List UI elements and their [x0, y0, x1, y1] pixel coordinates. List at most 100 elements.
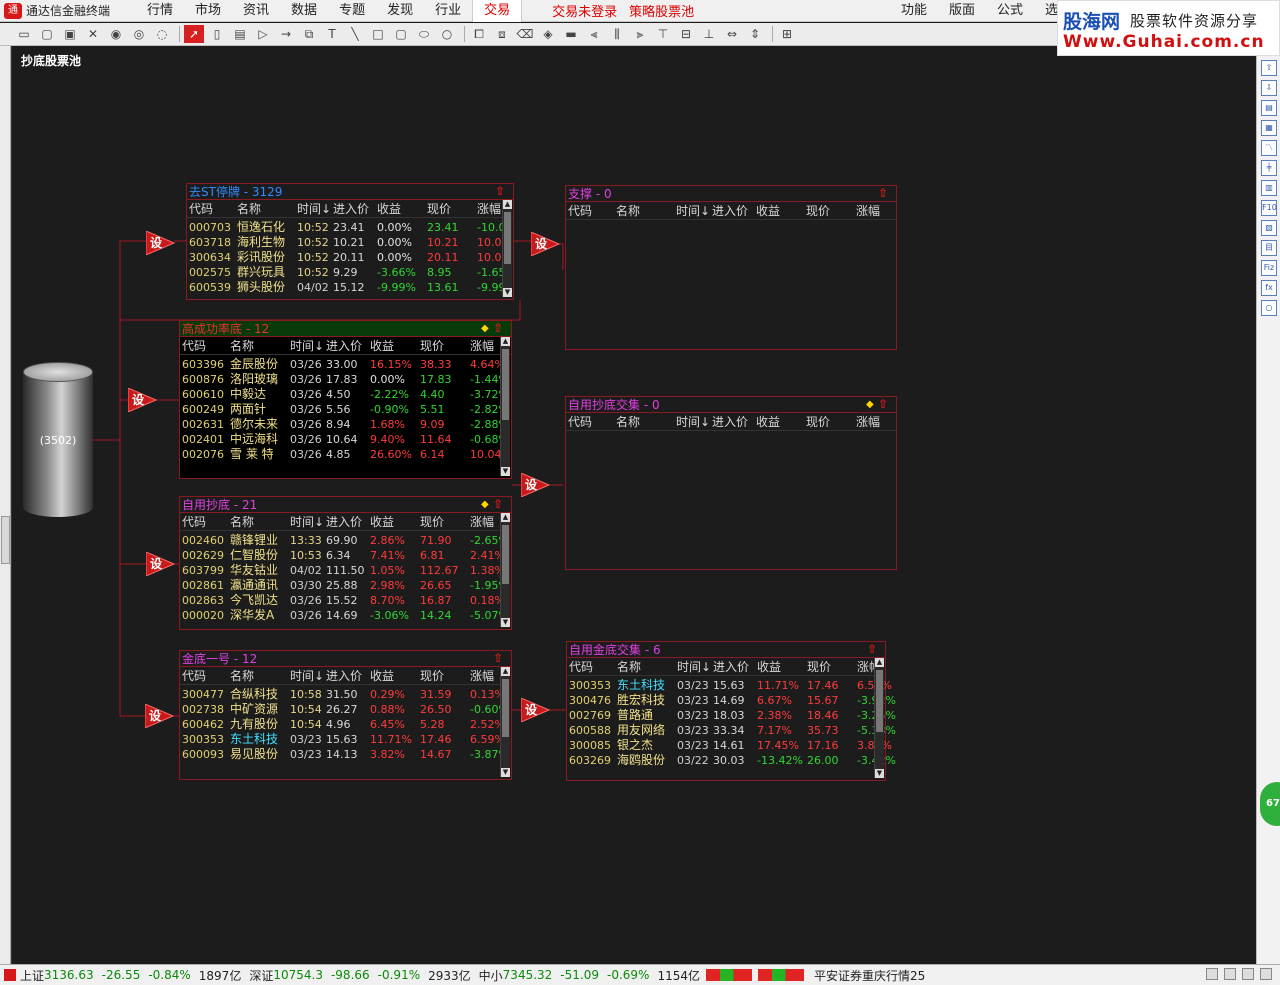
- menu-item-banmian[interactable]: 版面: [938, 0, 986, 22]
- settings-icon[interactable]: [1260, 968, 1272, 980]
- stock-row[interactable]: 002401 中远海科 03/26 10.64 9.40% 11.64 -0.68%: [180, 432, 511, 447]
- column-header[interactable]: 时间↓: [677, 658, 711, 676]
- signal-icon[interactable]: [1242, 968, 1254, 980]
- stock-pool-panel-zycdjj[interactable]: 自用抄底交集 - 0 ◆ ⇧ 代码 名称 时间↓ 进入价 收益 现价 涨幅: [565, 396, 897, 570]
- circle-icon[interactable]: ○: [1261, 300, 1277, 316]
- column-header[interactable]: 现价: [807, 658, 831, 676]
- align-bottom-icon[interactable]: ⊥: [699, 25, 719, 43]
- menu-item-hangqing[interactable]: 行情: [136, 0, 184, 22]
- scroll-up-arrow-icon[interactable]: ▲: [875, 658, 884, 667]
- panel-scrollbar[interactable]: ▲ ▼: [502, 200, 512, 297]
- column-header[interactable]: 进入价: [326, 337, 362, 355]
- arrow-up-icon[interactable]: ⇧: [1261, 60, 1277, 76]
- copy-tool-icon[interactable]: ⧉: [299, 25, 319, 43]
- panel-scrollbar[interactable]: ▲ ▼: [500, 337, 510, 476]
- column-header[interactable]: 名称: [230, 513, 254, 531]
- arrow-tool-icon[interactable]: →: [276, 25, 296, 43]
- stock-pool-panel-jindi[interactable]: 金底一号 - 12 ⇧ 代码 名称 时间↓ 进入价 收益 现价 涨幅 300477 合纵科技 10:5…: [179, 650, 512, 780]
- column-header[interactable]: 进入价: [712, 413, 748, 431]
- trash-icon[interactable]: ⌫: [515, 25, 535, 43]
- stock-source-node[interactable]: (3502): [23, 362, 93, 517]
- list-tool-icon[interactable]: ▤: [230, 25, 250, 43]
- column-header[interactable]: 名称: [616, 413, 640, 431]
- panel-up-arrow-icon[interactable]: ⇧: [878, 396, 888, 412]
- align-center-icon[interactable]: ⫼: [607, 25, 627, 43]
- column-header[interactable]: 现价: [420, 667, 444, 685]
- panel-scrollbar[interactable]: ▲ ▼: [500, 667, 510, 777]
- set-filter-node[interactable]: 设: [530, 231, 561, 257]
- menu-item-gongneng[interactable]: 功能: [890, 0, 938, 22]
- column-header[interactable]: 涨幅: [477, 200, 501, 218]
- same-width-icon[interactable]: ⇔: [722, 25, 742, 43]
- line-chart-icon[interactable]: 〽: [1261, 140, 1277, 156]
- scrollbar-thumb[interactable]: [502, 679, 509, 737]
- text-tool-icon[interactable]: T: [322, 25, 342, 43]
- stock-row[interactable]: 600249 两面针 03/26 5.56 -0.90% 5.51 -2.82%: [180, 402, 511, 417]
- scroll-down-arrow-icon[interactable]: ▼: [503, 288, 512, 297]
- menu-item-zhuanti[interactable]: 专题: [328, 0, 376, 22]
- column-header[interactable]: 代码: [189, 200, 213, 218]
- line-weight-icon[interactable]: ▬: [561, 25, 581, 43]
- stock-row[interactable]: 603799 华友钴业 04/02 111.50 1.05% 112.67 1.38%: [180, 563, 511, 578]
- fill-icon[interactable]: ◈: [538, 25, 558, 43]
- column-header[interactable]: 时间↓: [676, 202, 710, 220]
- tree-layout-icon[interactable]: ⊞: [777, 25, 797, 43]
- index-sh-label[interactable]: 上证: [20, 967, 44, 984]
- stock-row[interactable]: 002575 群兴玩具 10:52 9.29 -3.66% 8.95 -1.65: [187, 265, 513, 280]
- panel-header[interactable]: 金底一号 - 12 ⇧: [180, 651, 511, 667]
- column-header[interactable]: 代码: [569, 658, 593, 676]
- stock-row[interactable]: 300476胜宏科技03/2314.696.67%15.67-3.92%: [567, 693, 896, 708]
- column-header[interactable]: 收益: [370, 667, 394, 685]
- stock-pool-panel-zhicheng[interactable]: 支撑 - 0 ⇧ 代码 名称 时间↓ 进入价 收益 现价 涨幅: [565, 185, 897, 350]
- panel-up-arrow-icon[interactable]: ⇧: [493, 650, 503, 666]
- set-filter-node[interactable]: 设: [145, 551, 176, 577]
- stock-pool-panel-zyjdjj[interactable]: 自用金底交集 - 6 ⇧ 代码 名称 时间↓ 进入价 收益 现价 涨幅 300353 东土科技 03/…: [566, 641, 896, 781]
- keyboard-icon[interactable]: [1206, 968, 1218, 980]
- panel-header[interactable]: 高成功率底 - 12 ◆ ⇧: [180, 321, 511, 337]
- menu-item-shuju[interactable]: 数据: [280, 0, 328, 22]
- scroll-up-arrow-icon[interactable]: ▲: [501, 667, 510, 676]
- fiz-icon[interactable]: Fiz: [1261, 260, 1277, 276]
- panel-up-arrow-icon[interactable]: ⇧: [493, 320, 503, 336]
- stock-row[interactable]: 002863 今飞凯达 03/26 15.52 8.70% 16.87 0.18%: [180, 593, 511, 608]
- column-header[interactable]: 收益: [756, 413, 780, 431]
- column-header[interactable]: 涨幅: [470, 337, 494, 355]
- f10-icon[interactable]: F10: [1261, 200, 1277, 216]
- menu-item-faxian[interactable]: 发现: [376, 0, 424, 22]
- stock-row[interactable]: 300634 彩讯股份 10:52 20.11 0.00% 20.11 10.01: [187, 250, 513, 265]
- column-header[interactable]: 代码: [568, 413, 592, 431]
- stock-row[interactable]: 600588用友网络03/2333.347.17%35.73-5.33%: [567, 723, 896, 738]
- table-icon[interactable]: ▦: [1261, 120, 1277, 136]
- stop-icon[interactable]: ◎: [129, 25, 149, 43]
- stock-row[interactable]: 002769普路通03/2318.032.38%18.46-3.25%: [567, 708, 896, 723]
- layout-icon-1[interactable]: ⧠: [469, 25, 489, 43]
- stock-row[interactable]: 300353东土科技03/2315.6311.71%17.466.59%: [567, 678, 892, 693]
- stock-row[interactable]: 002629 仁智股份 10:53 6.34 7.41% 6.81 2.41%: [180, 548, 511, 563]
- column-header[interactable]: 名称: [617, 658, 641, 676]
- column-header[interactable]: 时间↓: [290, 337, 324, 355]
- broker-feed[interactable]: 平安证券重庆行情25: [814, 967, 925, 984]
- panel-header[interactable]: 自用金底交集 - 6 ⇧: [567, 642, 885, 658]
- panel-up-arrow-icon[interactable]: ⇧: [495, 183, 505, 199]
- trade-login-status[interactable]: 交易未登录: [546, 1, 623, 20]
- save-icon[interactable]: ▣: [60, 25, 80, 43]
- panel-header[interactable]: 自用抄底 - 21 ◆ ⇧: [180, 497, 511, 513]
- stock-row[interactable]: 300477 合纵科技 10:58 31.50 0.29% 31.59 0.13%: [180, 687, 511, 702]
- set-filter-node[interactable]: 设: [145, 230, 176, 256]
- menu-item-jiaoyi[interactable]: 交易: [472, 0, 523, 22]
- column-header[interactable]: 进入价: [713, 658, 749, 676]
- pause-icon[interactable]: ◌: [152, 25, 172, 43]
- stock-row[interactable]: 000020 深华发A 03/26 14.69 -3.06% 14.24 -5.07%: [180, 608, 511, 623]
- panel-header[interactable]: 自用抄底交集 - 0 ◆ ⇧: [566, 397, 896, 413]
- news-icon[interactable]: ▧: [1261, 220, 1277, 236]
- menu-item-shichang[interactable]: 市场: [184, 0, 232, 22]
- column-header[interactable]: 现价: [427, 200, 451, 218]
- scrollbar-thumb[interactable]: [504, 212, 511, 264]
- column-header[interactable]: 进入价: [326, 667, 362, 685]
- rect-tool-icon[interactable]: □: [368, 25, 388, 43]
- stock-pool-panel-qu-st[interactable]: 去ST停牌 - 3129 ⇧ 代码 名称 时间↓ 进入价 收益 现价 涨幅 000703 恒逸石化 1…: [186, 183, 514, 300]
- stock-row[interactable]: 600539 狮头股份 04/02 15.12 -9.99% 13.61 -9.99: [187, 280, 513, 295]
- stock-row[interactable]: 300085银之杰03/2314.6117.45%17.163.81%: [567, 738, 892, 753]
- kline-icon[interactable]: ╪: [1261, 160, 1277, 176]
- scrollbar-thumb[interactable]: [876, 670, 883, 733]
